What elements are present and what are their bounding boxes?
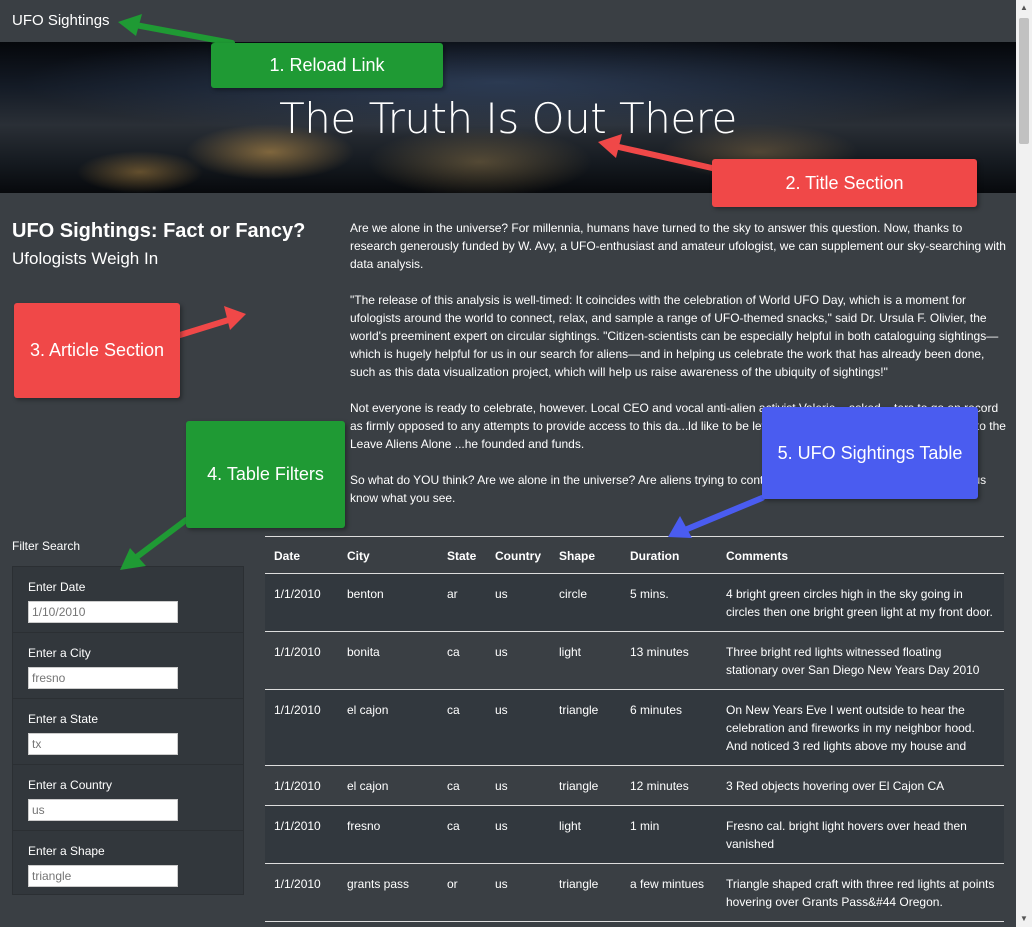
cell-state: ca xyxy=(438,805,486,864)
cell-shape: light xyxy=(550,805,621,864)
cell-duration: 6 minutes xyxy=(621,689,717,766)
cell-comments: 3 Red objects hovering over El Cajon CA xyxy=(717,765,1004,806)
navbar: UFO Sightings xyxy=(0,0,1016,42)
cell-shape: triangle xyxy=(550,689,621,766)
filter-shape-label: Enter a Shape xyxy=(28,844,105,858)
cell-shape: light xyxy=(550,631,621,690)
country-input[interactable] xyxy=(28,799,178,821)
annotation-table-filters: 4. Table Filters xyxy=(186,421,345,528)
annotation-title-section: 2. Title Section xyxy=(712,159,977,207)
cell-shape: triangle xyxy=(550,765,621,806)
article-paragraph: Are we alone in the universe? For millen… xyxy=(350,221,1006,271)
cell-city: grants pass xyxy=(338,863,438,922)
cell-date: 1/1/2010 xyxy=(265,805,338,864)
cell-city: benton xyxy=(338,573,438,632)
cell-city: bonita xyxy=(338,631,438,690)
cell-city: el cajon xyxy=(338,765,438,806)
table-row: 1/1/2010 bonita ca us light 13 minutes T… xyxy=(265,631,1004,690)
cell-comments: On New Years Eve I went outside to hear … xyxy=(717,689,1004,766)
sightings-table: Date City State Country Shape Duration C… xyxy=(265,536,1004,922)
cell-date: 1/1/2010 xyxy=(265,689,338,766)
ufo-sightings-table: Date City State Country Shape Duration C… xyxy=(265,536,1004,927)
annotation-article-section: 3. Article Section xyxy=(14,303,180,398)
filter-city-label: Enter a City xyxy=(28,646,91,660)
shape-input[interactable] xyxy=(28,865,178,887)
cell-state: ar xyxy=(438,573,486,632)
cell-comments: 4 bright green circles high in the sky g… xyxy=(717,573,1004,632)
table-filters: Enter Date Enter a City Enter a State En… xyxy=(12,566,244,895)
annotation-sightings-table: 5. UFO Sightings Table xyxy=(762,407,978,499)
cell-shape: triangle xyxy=(550,863,621,922)
page-scrollbar[interactable]: ▲ ▼ xyxy=(1016,0,1032,927)
filter-country-label: Enter a Country xyxy=(28,778,113,792)
table-row: 1/1/2010 grants pass or us triangle a fe… xyxy=(265,863,1004,922)
header-date: Date xyxy=(265,536,338,574)
header-country: Country xyxy=(486,536,550,574)
filter-search-title: Filter Search xyxy=(12,539,81,553)
cell-duration: 13 minutes xyxy=(621,631,717,690)
filter-state-label: Enter a State xyxy=(28,712,99,726)
cell-country: us xyxy=(486,631,550,690)
arrow-table-filters xyxy=(127,517,189,565)
cell-date: 1/1/2010 xyxy=(265,573,338,632)
annotation-reload-link: 1. Reload Link xyxy=(211,43,443,88)
filter-shape: Enter a Shape xyxy=(13,831,243,896)
header-shape: Shape xyxy=(550,536,621,574)
table-row: 1/1/2010 el cajon ca us triangle 12 minu… xyxy=(265,765,1004,806)
cell-comments: Fresno cal. bright light hovers over hea… xyxy=(717,805,1004,864)
cell-duration: 1 min xyxy=(621,805,717,864)
cell-comments: Three bright red lights witnessed floati… xyxy=(717,631,1004,690)
cell-state: or xyxy=(438,863,486,922)
cell-city: el cajon xyxy=(338,689,438,766)
cell-country: us xyxy=(486,689,550,766)
arrowhead-article-section xyxy=(224,306,246,330)
header-city: City xyxy=(338,536,438,574)
cell-country: us xyxy=(486,805,550,864)
cell-state: ca xyxy=(438,631,486,690)
article-subtitle: Ufologists Weigh In xyxy=(12,249,159,268)
cell-date: 1/1/2010 xyxy=(265,765,338,806)
cell-duration: 5 mins. xyxy=(621,573,717,632)
city-input[interactable] xyxy=(28,667,178,689)
scroll-up-arrow-icon[interactable]: ▲ xyxy=(1016,0,1032,16)
filter-date-label: Enter Date xyxy=(28,580,86,594)
cell-country: us xyxy=(486,765,550,806)
cell-duration: 12 minutes xyxy=(621,765,717,806)
cell-city: fresno xyxy=(338,805,438,864)
cell-duration: a few mintues xyxy=(621,863,717,922)
cell-country: us xyxy=(486,863,550,922)
filter-country: Enter a Country xyxy=(13,765,243,831)
article-title: UFO Sightings: Fact or Fancy? xyxy=(12,220,306,242)
cell-shape: circle xyxy=(550,573,621,632)
scroll-down-arrow-icon[interactable]: ▼ xyxy=(1016,911,1032,927)
state-input[interactable] xyxy=(28,733,178,755)
header-comments: Comments xyxy=(717,536,1004,574)
arrow-article-section xyxy=(177,315,238,338)
table-row: 1/1/2010 benton ar us circle 5 mins. 4 b… xyxy=(265,573,1004,632)
date-input[interactable] xyxy=(28,601,178,623)
table-row: 1/1/2010 el cajon ca us triangle 6 minut… xyxy=(265,689,1004,766)
table-header-row: Date City State Country Shape Duration C… xyxy=(265,536,1004,574)
cell-date: 1/1/2010 xyxy=(265,631,338,690)
cell-state: ca xyxy=(438,765,486,806)
cell-comments: Triangle shaped craft with three red lig… xyxy=(717,863,1004,922)
cell-date: 1/1/2010 xyxy=(265,863,338,922)
header-duration: Duration xyxy=(621,536,717,574)
header-state: State xyxy=(438,536,486,574)
filter-date: Enter Date xyxy=(13,567,243,633)
cell-state: ca xyxy=(438,689,486,766)
filter-city: Enter a City xyxy=(13,633,243,699)
hero-title: The Truth Is Out There xyxy=(279,94,737,143)
scroll-thumb[interactable] xyxy=(1019,18,1029,144)
article-paragraph: "The release of this analysis is well-ti… xyxy=(350,293,999,379)
reload-link[interactable]: UFO Sightings xyxy=(12,12,110,29)
cell-country: us xyxy=(486,573,550,632)
table-row: 1/1/2010 fresno ca us light 1 min Fresno… xyxy=(265,805,1004,864)
filter-state: Enter a State xyxy=(13,699,243,765)
